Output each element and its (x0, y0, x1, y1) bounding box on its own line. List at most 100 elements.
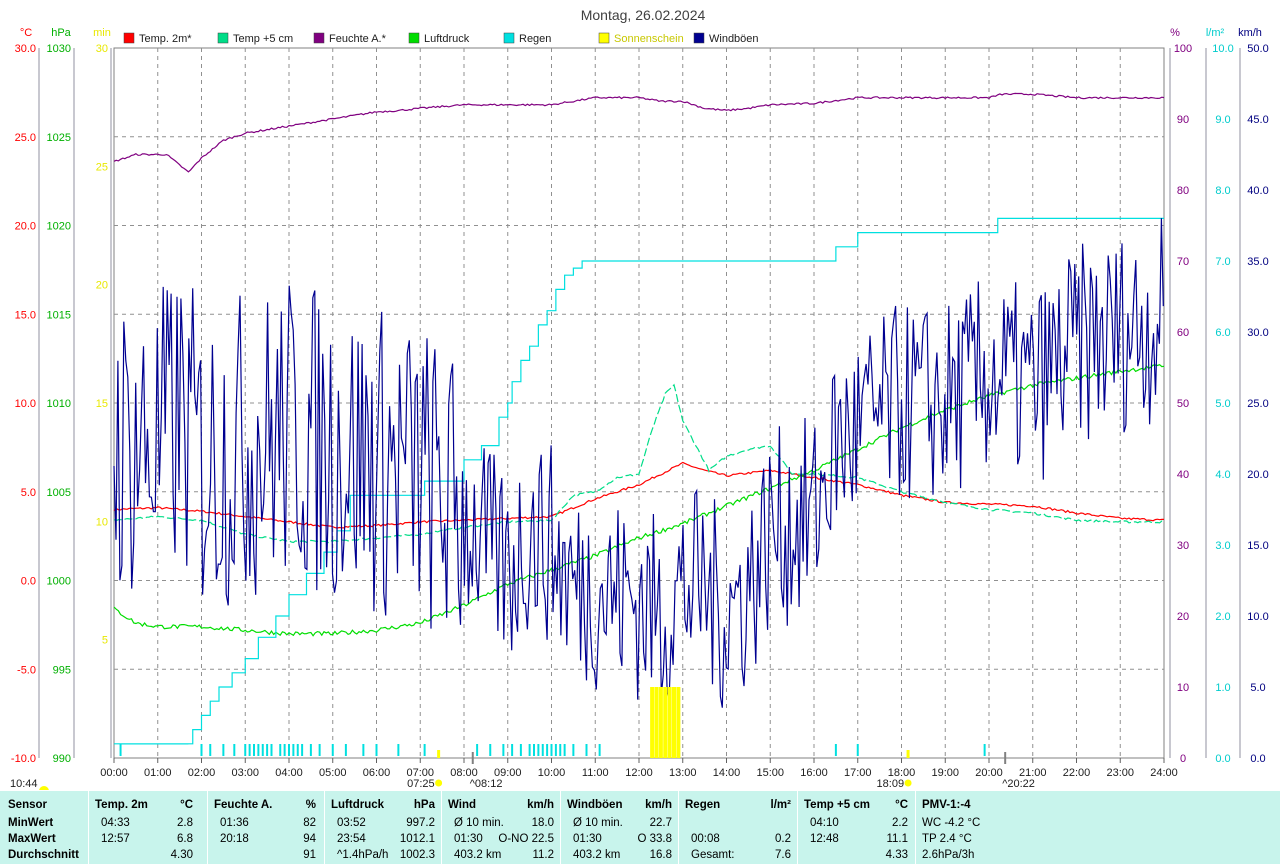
rain-axis-tick-label: 9.0 (1215, 114, 1230, 126)
x-tick-label: 03:00 (231, 767, 259, 779)
wind-axis-tick-label: 30.0 (1247, 327, 1268, 339)
wind-axis-tick-label: 45.0 (1247, 114, 1268, 126)
stats-col-temp2m: Temp. 2m °C 04:33 2.8 12:57 6.8 4.30 (88, 791, 207, 864)
stats-title: Luftdruck (331, 799, 385, 811)
chart-title: Montag, 26.02.2024 (581, 7, 706, 23)
stats-col-wind: Wind km/h Ø 10 min. 18.0 01:30 O-NO 22.5 403.2… (441, 791, 560, 864)
temp-axis-tick-label: 15.0 (15, 309, 36, 321)
stats-header: Feuchte A.% (208, 797, 324, 815)
pressure-axis-tick-label: 1020 (47, 221, 71, 233)
stats-row-label: 03:52 (337, 817, 366, 829)
legend-label: Feuchte A.* (329, 33, 387, 45)
stats-unit: °C (895, 799, 908, 811)
legend-swatch (693, 32, 705, 44)
humidity-axis-tick-label: 30 (1177, 540, 1189, 552)
x-tick-label: 16:00 (800, 767, 828, 779)
temp-axis-tick-label: 5.0 (21, 487, 36, 499)
stats-header: Wind km/h (442, 797, 560, 815)
sunshine-bar (667, 687, 672, 758)
x-tick-label: 00:00 (100, 767, 128, 779)
stats-row-label-avg: Durchschnitt (8, 849, 79, 861)
sunshine-axis-tick-label: 15 (96, 398, 108, 410)
time-marker-label: 10:44 (10, 778, 38, 790)
stats-unit: km/h (645, 799, 672, 811)
x-tick-label: 23:00 (1106, 767, 1134, 779)
stats-row-label: 403.2 km (573, 849, 621, 861)
stats-row-value: 91 (303, 849, 316, 861)
stats-row-value: O 33.8 (637, 833, 672, 845)
pressure-axis-unit: hPa (51, 27, 71, 39)
sun-icon (904, 779, 912, 787)
stats-row-label: Ø 10 min. (573, 817, 623, 829)
stats-row-label: 00:08 (691, 833, 720, 845)
stats-row: 403.2 km 11.2 (442, 847, 560, 865)
legend-label: Regen (519, 33, 551, 45)
temp-axis-tick-label: 10.0 (15, 398, 36, 410)
x-tick-label: 10:00 (538, 767, 566, 779)
rain-axis-tick-label: 2.0 (1215, 611, 1230, 623)
humidity-axis-tick-label: 80 (1177, 185, 1189, 197)
sunrise-icon (39, 786, 49, 790)
x-tick-label: 12:00 (625, 767, 653, 779)
stats-col-pressure: Luftdruck hPa 03:52 997.2 23:54 1012.1 ^1.4hPa… (324, 791, 441, 864)
sunshine-bar (672, 687, 676, 758)
stats-col-gusts: Windböen km/h Ø 10 min. 22.7 01:30 O 33.8 403.… (560, 791, 678, 864)
stats-row: 4.33 (798, 847, 915, 865)
legend-swatch (598, 32, 610, 44)
sunshine-bar (663, 687, 668, 758)
stats-unit: hPa (413, 799, 435, 811)
stats-row-value: 94 (303, 833, 316, 845)
pressure-axis-tick-label: 1010 (47, 398, 71, 410)
stats-col-humidity: Feuchte A.% 01:36 82 20:18 94 91 (207, 791, 324, 864)
stats-row-value: 997.2 (406, 817, 435, 829)
humidity-axis-tick-label: 40 (1177, 469, 1189, 481)
x-tick-label: 15:00 (756, 767, 784, 779)
stats-panel: Sensor MinWert MaxWert Durchschnitt Temp… (0, 791, 1280, 864)
stats-row-value: 2.6hPa/3h (922, 849, 975, 861)
pressure-axis-tick-label: 995 (53, 664, 71, 676)
legend-swatch (217, 32, 229, 44)
rain-axis-tick-label: 10.0 (1212, 43, 1233, 55)
stats-col-temp5cm: Temp +5 cm °C 04:10 2.2 12:48 11.1 4.33 (797, 791, 915, 864)
stats-row-label: 23:54 (337, 833, 366, 845)
rain-axis-tick-label: 0.0 (1215, 753, 1230, 765)
stats-row-label: 20:18 (220, 833, 249, 845)
stats-row-value: 4.30 (170, 849, 193, 861)
stats-title: Windböen (567, 799, 623, 811)
wind-axis-tick-label: 5.0 (1250, 682, 1265, 694)
stats-row-value: 2.2 (892, 817, 908, 829)
sunshine-axis-tick-label: 20 (96, 280, 108, 292)
stats-row: ^1.4hPa/h 1002.3 (325, 847, 441, 865)
wind-axis-tick-label: 40.0 (1247, 185, 1268, 197)
sunshine-bar (654, 687, 659, 758)
stats-row-label: 04:33 (101, 817, 130, 829)
legend-label: Temp. 2m* (139, 33, 192, 45)
humidity-axis-tick-label: 50 (1177, 398, 1189, 410)
legend: Temp. 2m* Temp +5 cm Feuchte A.* Luftdruck R… (123, 32, 759, 45)
stats-row-value: 7.6 (775, 849, 791, 861)
humidity-axis-tick-label: 100 (1174, 43, 1192, 55)
x-tick-label: 20:00 (975, 767, 1003, 779)
stats-title: Temp. 2m (95, 799, 148, 811)
legend-label: Sonnenschein (614, 33, 684, 45)
x-tick-label: 01:00 (144, 767, 172, 779)
humidity-axis-tick-label: 70 (1177, 256, 1189, 268)
stats-row-value: WC -4.2 °C (922, 817, 981, 829)
humidity-axis-tick-label: 90 (1177, 114, 1189, 126)
sunshine-bar (650, 687, 655, 758)
x-tick-label: 22:00 (1063, 767, 1091, 779)
stats-row-label: 12:57 (101, 833, 130, 845)
wind-axis-tick-label: 15.0 (1247, 540, 1268, 552)
stats-row: 403.2 km 16.8 (561, 847, 678, 865)
pressure-axis-tick-label: 1015 (47, 309, 71, 321)
stats-row-value: 4.33 (885, 849, 908, 861)
stats-row-label: 403.2 km (454, 849, 502, 861)
temp-axis-tick-label: 30.0 (15, 43, 36, 55)
x-tick-label: 06:00 (363, 767, 391, 779)
sunshine-bar (676, 687, 681, 758)
stats-row-value: 18.0 (531, 817, 554, 829)
legend-swatch (313, 32, 325, 44)
stats-row-label: 01:36 (220, 817, 249, 829)
rain-axis-unit: l/m² (1206, 27, 1225, 39)
stats-row-label: Ø 10 min. (454, 817, 504, 829)
